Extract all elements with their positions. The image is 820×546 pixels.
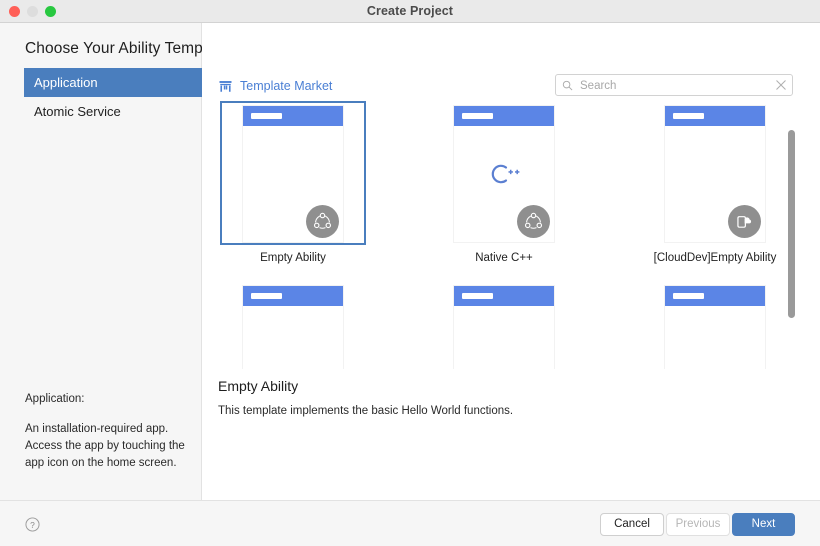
previous-button[interactable]: Previous xyxy=(666,513,730,536)
template-card-empty-ability[interactable]: Empty Ability xyxy=(220,101,366,264)
template-panel: Template Market Search Empty Ability Nat… xyxy=(202,23,820,500)
preview-header-bar xyxy=(251,293,282,299)
sidebar-item-label: Atomic Service xyxy=(34,104,121,119)
template-preview xyxy=(243,106,343,242)
template-card-label: [CloudDev]Empty Ability xyxy=(653,252,777,264)
template-card-row2-1[interactable] xyxy=(220,281,366,369)
template-detail-description: This template implements the basic Hello… xyxy=(218,405,514,417)
distributed-icon-glyph xyxy=(524,212,543,229)
template-card-row2-2[interactable] xyxy=(431,281,577,369)
preview-header xyxy=(243,286,343,306)
vertical-scrollbar-thumb[interactable] xyxy=(788,130,795,318)
template-market-label: Template Market xyxy=(240,79,333,93)
template-detail: Empty Ability This template implements t… xyxy=(218,378,778,417)
preview-header-bar xyxy=(673,293,704,299)
template-card-row2-3[interactable] xyxy=(642,281,788,369)
template-card-clouddev-empty-ability[interactable]: [CloudDev]Empty Ability xyxy=(642,101,788,264)
category-list: Application Atomic Service xyxy=(24,68,202,126)
sidebar: Choose Your Ability Template Application… xyxy=(0,23,228,500)
template-grid-scroll-area[interactable]: Empty Ability Native C++ [CloudDev]Empty… xyxy=(202,101,820,369)
next-button[interactable]: Next xyxy=(732,513,795,536)
template-card-frame xyxy=(220,101,366,245)
template-card-frame xyxy=(431,281,577,369)
sidebar-description-body: An installation-required app. Access the… xyxy=(25,423,185,469)
template-card-frame xyxy=(431,101,577,245)
template-preview xyxy=(454,286,554,369)
close-icon[interactable] xyxy=(775,79,787,91)
preview-header xyxy=(243,106,343,126)
template-card-native-cpp[interactable]: Native C++ xyxy=(431,101,577,264)
template-market-link[interactable]: Template Market xyxy=(218,77,332,95)
template-card-frame xyxy=(642,281,788,369)
svg-text:?: ? xyxy=(30,520,35,530)
preview-header-bar xyxy=(673,113,704,119)
template-preview xyxy=(665,106,765,242)
sidebar-item-application[interactable]: Application xyxy=(24,68,202,97)
distributed-icon-glyph xyxy=(313,212,332,229)
sidebar-item-label: Application xyxy=(34,75,98,90)
preview-header xyxy=(454,286,554,306)
preview-body xyxy=(454,306,554,369)
cloud-dev-icon-glyph xyxy=(737,216,752,228)
search-box[interactable] xyxy=(555,74,793,97)
sidebar-description-heading: Application: xyxy=(25,393,85,405)
cloud-dev-icon xyxy=(728,205,761,238)
title-bar: Create Project xyxy=(0,0,820,23)
template-card-frame xyxy=(642,101,788,245)
distributed-icon xyxy=(517,205,550,238)
template-detail-title: Empty Ability xyxy=(218,378,299,394)
search-icon xyxy=(562,80,573,91)
template-preview xyxy=(665,286,765,369)
vertical-scrollbar[interactable] xyxy=(788,127,795,371)
page-title: Choose Your Ability Template xyxy=(25,40,229,57)
template-card-frame xyxy=(220,281,366,369)
preview-header-bar xyxy=(251,113,282,119)
preview-header xyxy=(665,286,765,306)
distributed-icon xyxy=(306,205,339,238)
sidebar-description: Application: An installation-required ap… xyxy=(25,391,190,472)
template-card-label: Native C++ xyxy=(475,252,533,264)
help-icon[interactable]: ? xyxy=(25,517,40,532)
template-card-label: Empty Ability xyxy=(260,252,326,264)
preview-body xyxy=(665,306,765,369)
preview-header-bar xyxy=(462,293,493,299)
store-icon xyxy=(219,80,232,92)
sidebar-item-atomic-service[interactable]: Atomic Service xyxy=(24,97,202,126)
template-preview xyxy=(243,286,343,369)
preview-header xyxy=(665,106,765,126)
create-project-dialog: Create Project Choose Your Ability Templ… xyxy=(0,0,820,546)
template-preview xyxy=(454,106,554,242)
cpp-logo-icon xyxy=(454,162,554,191)
cancel-button[interactable]: Cancel xyxy=(600,513,664,536)
search-input[interactable] xyxy=(578,75,772,97)
preview-header-bar xyxy=(462,113,493,119)
dialog-body: Choose Your Ability Template Application… xyxy=(0,23,820,500)
preview-body xyxy=(243,306,343,369)
preview-header xyxy=(454,106,554,126)
window-title: Create Project xyxy=(366,4,454,18)
dialog-footer: ? Cancel Previous Next xyxy=(0,500,820,546)
